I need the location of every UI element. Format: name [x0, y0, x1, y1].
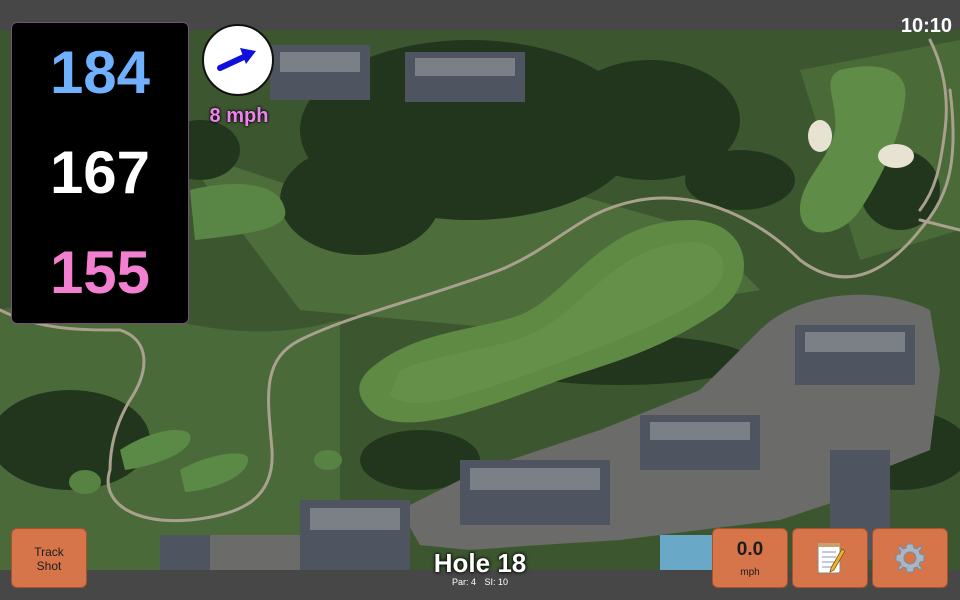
wind-speed-label: 8 mph: [209, 105, 269, 127]
hole-par: Par: 4: [451, 577, 476, 587]
notes-button[interactable]: [792, 528, 868, 588]
wind-direction-dial: [202, 24, 274, 96]
wind-speed-value: 0.0: [736, 539, 764, 560]
track-shot-button[interactable]: Track Shot: [11, 528, 87, 588]
hole-info: Par: 4 SI: 10: [380, 577, 580, 588]
hole-title: Hole 18: [433, 548, 527, 578]
hole-stroke-index: SI: 10: [484, 577, 509, 587]
gear-icon: [895, 543, 925, 573]
distance-middle: 167: [49, 139, 151, 206]
clock: 10:10: [900, 15, 952, 37]
distance-back: 184: [49, 39, 151, 106]
wind-speed-unit: mph: [740, 567, 760, 578]
notepad-icon: [817, 543, 845, 574]
arrow-icon: [217, 48, 256, 71]
wind-speed-button[interactable]: 0.0 mph: [712, 528, 788, 588]
distance-panel: 184 167 155: [11, 22, 189, 324]
settings-button[interactable]: [872, 528, 948, 588]
distance-front: 155: [49, 239, 151, 306]
track-shot-label: Track Shot: [34, 545, 64, 573]
